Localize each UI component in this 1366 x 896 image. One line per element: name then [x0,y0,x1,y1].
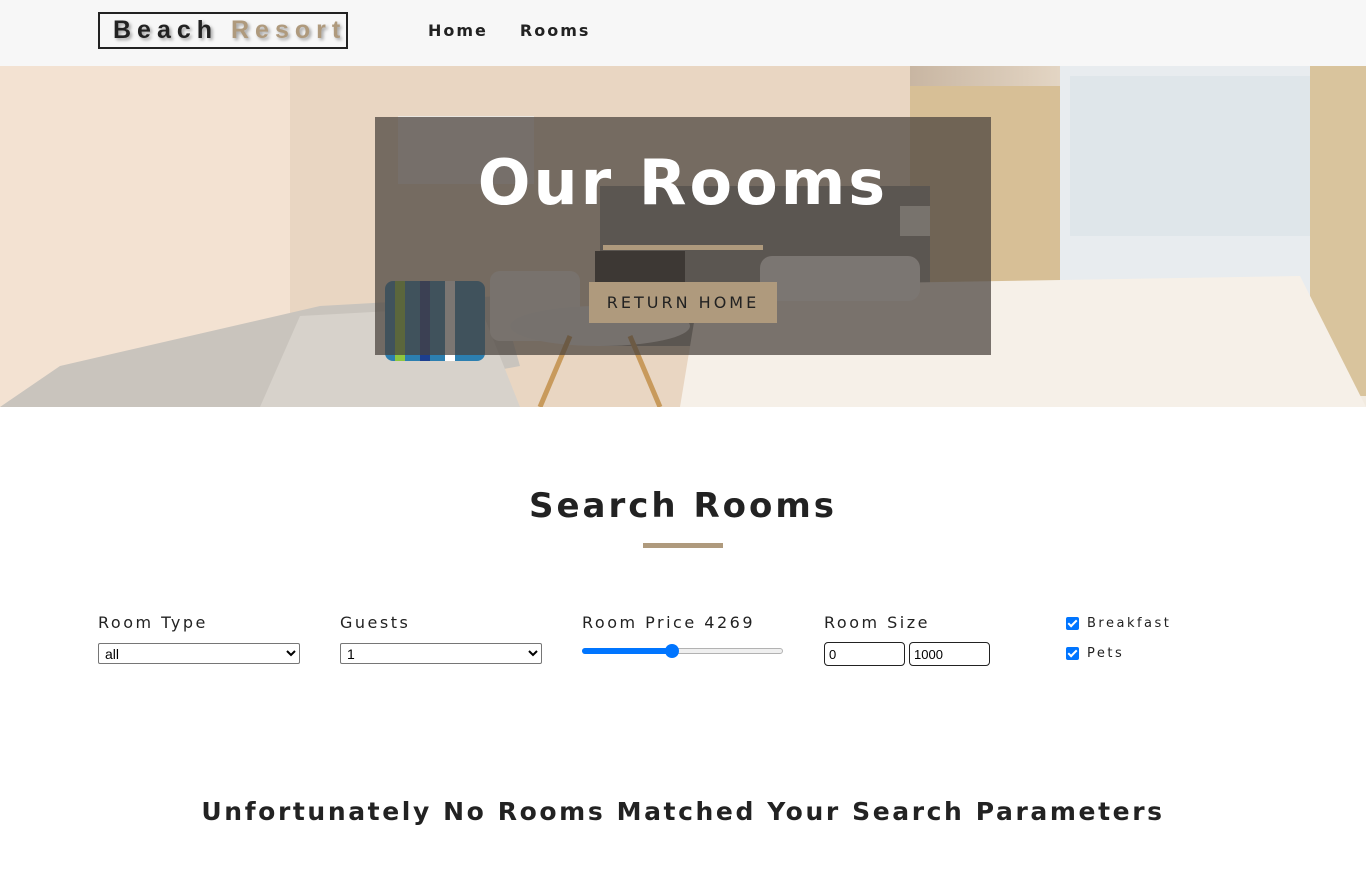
room-price-value: 4269 [704,613,755,632]
room-type-select[interactable]: all [98,643,300,664]
slider-fill [582,648,673,654]
hero-title-underline [603,245,763,250]
guests-label: Guests [340,613,411,632]
nav-link-home[interactable]: Home [428,20,488,42]
room-price-label: Room Price [582,613,697,632]
search-title: Search Rooms [528,486,838,526]
pets-option: Pets [1066,646,1124,661]
slider-thumb[interactable] [665,644,680,658]
search-title-underline [643,543,723,548]
breakfast-label: Breakfast [1087,616,1172,631]
room-size-label: Room Size [824,613,930,632]
logo-word-resort: Resort [231,16,347,44]
room-size-min-input[interactable] [824,642,905,666]
hero-banner [0,66,1366,407]
hero-title: Our Rooms [477,146,889,219]
no-rooms-message: Unfortunately No Rooms Matched Your Sear… [201,797,1165,826]
logo-word-beach: Beach [113,16,219,44]
pets-label: Pets [1087,646,1125,661]
breakfast-checkbox[interactable] [1066,617,1079,630]
return-home-button[interactable]: RETURN HOME [589,282,777,323]
nav-links: Home Rooms [428,20,622,42]
room-price-label-group: Room Price 4269 [582,612,755,634]
logo[interactable]: Beach Resort [98,12,348,49]
guests-select[interactable]: 1 [340,643,542,664]
room-size-max-input[interactable] [909,642,990,666]
room-type-label: Room Type [98,613,208,632]
room-price-slider[interactable] [582,644,783,658]
breakfast-option: Breakfast [1066,616,1171,631]
nav-link-rooms[interactable]: Rooms [520,20,591,42]
pets-checkbox[interactable] [1066,647,1079,660]
navbar: Beach Resort Home Rooms [0,0,1366,66]
